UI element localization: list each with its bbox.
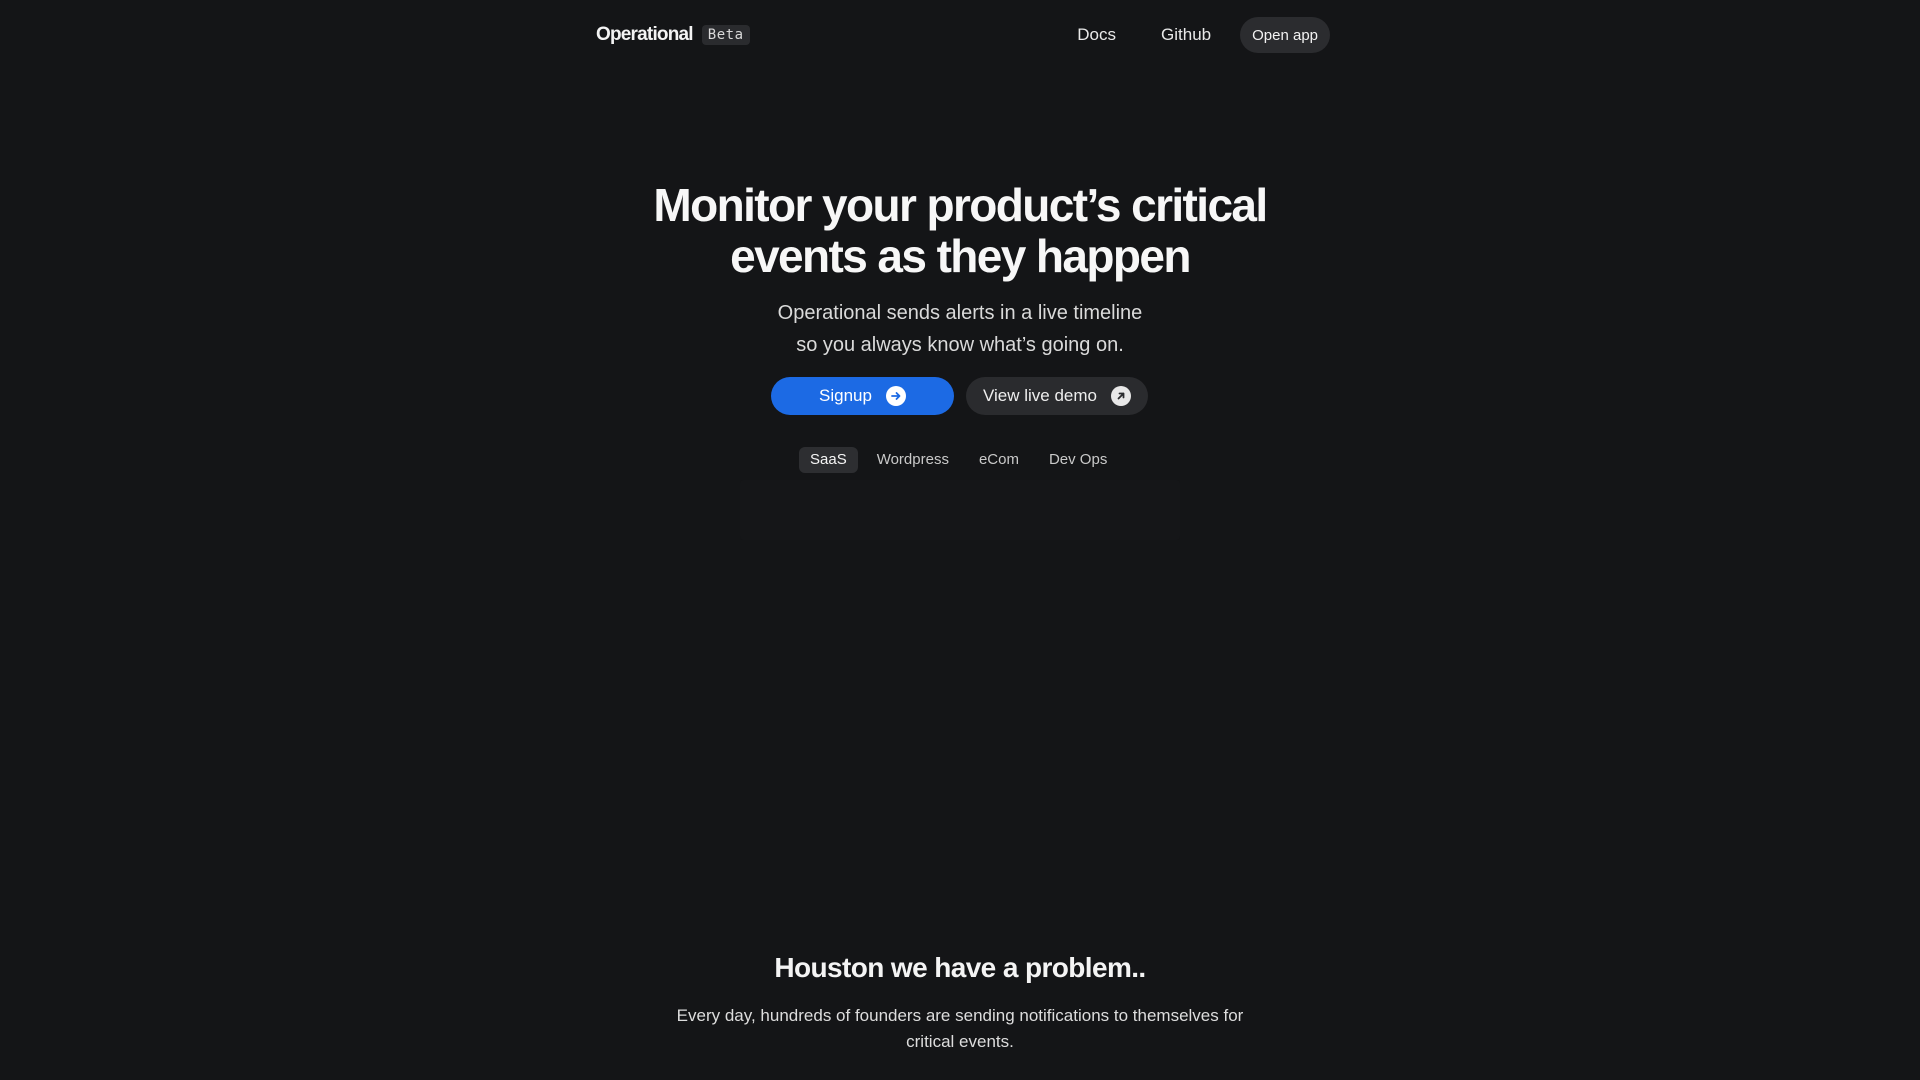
signup-button[interactable]: Signup xyxy=(771,377,954,415)
hero-subtitle: Operational sends alerts in a live timel… xyxy=(660,297,1260,361)
arrow-up-right-circle-icon xyxy=(1111,386,1132,406)
problem-description: Every day, hundreds of founders are send… xyxy=(676,1006,1244,1051)
nav-link-docs[interactable]: Docs xyxy=(1077,25,1116,45)
hero-subtitle-line-2: so you always know what’s going on. xyxy=(796,334,1124,356)
beta-badge: Beta xyxy=(701,25,750,45)
tab-saas[interactable]: SaaS xyxy=(799,447,858,473)
signup-button-label: Signup xyxy=(819,386,872,405)
hero-title-line-2: events as they happen xyxy=(730,230,1191,282)
nav-link-github[interactable]: Github xyxy=(1161,25,1211,45)
brand-logo-text: Operational xyxy=(596,24,694,45)
nav-links: Docs Github Open app xyxy=(1077,17,1330,53)
tab-wordpress[interactable]: Wordpress xyxy=(866,447,960,473)
hero-subtitle-line-1: Operational sends alerts in a live timel… xyxy=(777,302,1143,324)
use-case-tabs: SaaS Wordpress eCom Dev Ops xyxy=(799,447,1118,473)
top-nav: Operational Beta Docs Github Open app xyxy=(596,17,1330,53)
problem-heading: Houston we have a problem.. xyxy=(774,952,1146,983)
view-live-demo-button[interactable]: View live demo xyxy=(966,377,1148,415)
tab-dev-ops[interactable]: Dev Ops xyxy=(1038,447,1118,473)
view-live-demo-label: View live demo xyxy=(982,386,1098,405)
tab-ecom[interactable]: eCom xyxy=(968,447,1030,473)
hero-title: Monitor your product’s critical events a… xyxy=(560,180,1360,282)
open-app-button[interactable]: Open app xyxy=(1240,17,1330,53)
brand[interactable]: Operational Beta xyxy=(596,24,750,46)
arrow-right-circle-icon xyxy=(885,386,906,406)
landing-page: Operational Beta Docs Github Open app Mo… xyxy=(0,0,1920,1080)
hero-title-line-1: Monitor your product’s critical xyxy=(653,179,1268,231)
timeline-preview-panel xyxy=(740,480,1180,540)
